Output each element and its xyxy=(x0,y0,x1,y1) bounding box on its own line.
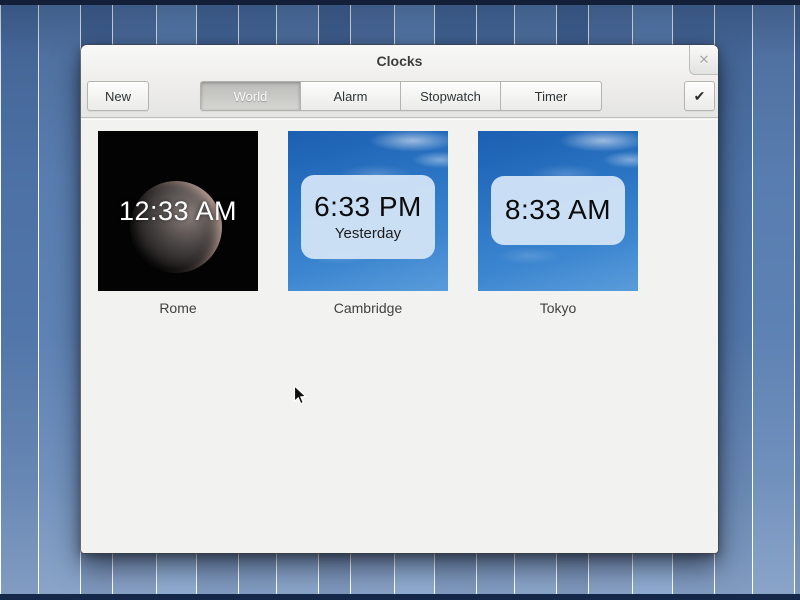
time-pill: 8:33 AM xyxy=(491,176,625,245)
clock-time: 6:33 PM xyxy=(314,192,422,223)
clock-city-label: Cambridge xyxy=(288,300,448,316)
clock-tile-tokyo[interactable]: 8:33 AM xyxy=(478,131,638,291)
time-pill: 6:33 PM Yesterday xyxy=(301,175,435,259)
clock-item-tokyo: 8:33 AM Tokyo xyxy=(478,131,638,316)
clock-tile-cambridge[interactable]: 6:33 PM Yesterday xyxy=(288,131,448,291)
clock-time: 12:33 AM xyxy=(98,131,258,291)
close-icon: ✕ xyxy=(699,53,710,66)
toolbar: New World Alarm Stopwatch Timer ✔ xyxy=(81,81,718,111)
clock-day-note: Yesterday xyxy=(335,225,401,242)
new-clock-button[interactable]: New xyxy=(87,81,149,111)
wallpaper-top-strip xyxy=(0,0,800,5)
clock-item-cambridge: 6:33 PM Yesterday Cambridge xyxy=(288,131,448,316)
close-button[interactable]: ✕ xyxy=(689,45,718,75)
selection-mode-button[interactable]: ✔ xyxy=(684,81,715,111)
world-clocks-view: 12:33 AM Rome 6:33 PM Yesterday Cambridg… xyxy=(81,119,718,553)
clock-item-rome: 12:33 AM Rome xyxy=(98,131,258,316)
clock-city-label: Tokyo xyxy=(478,300,638,316)
clock-time: 8:33 AM xyxy=(505,195,611,226)
tab-alarm[interactable]: Alarm xyxy=(301,82,401,110)
window-header: Clocks ✕ New World Alarm Stopwatch Timer… xyxy=(81,45,718,118)
view-switcher: World Alarm Stopwatch Timer xyxy=(200,81,602,111)
clock-city-label: Rome xyxy=(98,300,258,316)
tab-stopwatch[interactable]: Stopwatch xyxy=(401,82,501,110)
wallpaper-bottom-strip xyxy=(0,594,800,600)
window-title: Clocks xyxy=(81,45,718,77)
clocks-window: Clocks ✕ New World Alarm Stopwatch Timer… xyxy=(81,45,718,553)
checkmark-icon: ✔ xyxy=(694,89,706,103)
mouse-cursor xyxy=(293,385,307,406)
tab-timer[interactable]: Timer xyxy=(501,82,601,110)
tab-world[interactable]: World xyxy=(201,82,301,110)
clock-tile-rome[interactable]: 12:33 AM xyxy=(98,131,258,291)
titlebar[interactable]: Clocks ✕ xyxy=(81,45,718,77)
